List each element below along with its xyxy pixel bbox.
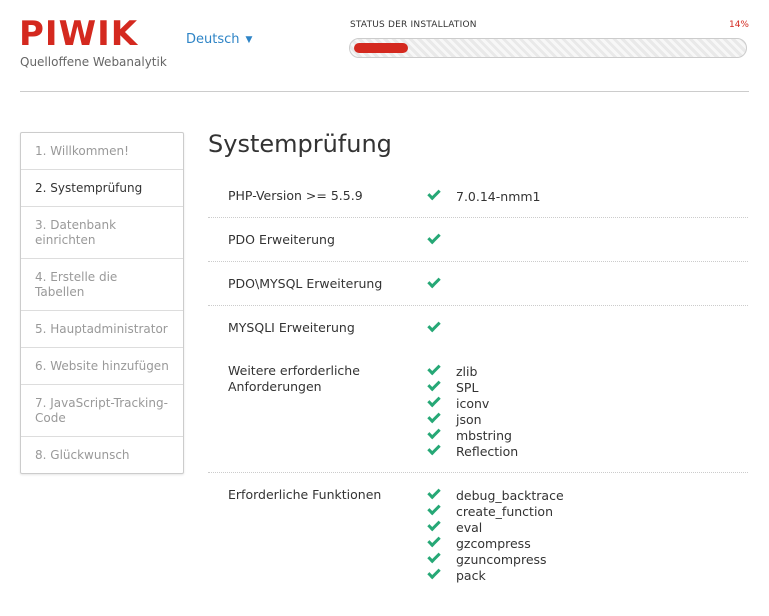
check-label: Weitere erforderliche Anforderungen xyxy=(228,363,360,394)
step-congratulations: 8. Glückwunsch xyxy=(21,436,183,473)
check-item: Reflection xyxy=(427,441,519,459)
check-icon xyxy=(427,485,441,499)
check-icon xyxy=(427,565,441,579)
installation-status-label: STATUS DER INSTALLATION xyxy=(350,20,477,30)
check-item: zlib xyxy=(427,361,518,379)
check-item-text: zlib xyxy=(456,363,478,379)
step-tracking-code: 7. JavaScript-Tracking-Code xyxy=(21,384,183,436)
check-icon xyxy=(427,441,441,455)
check-item xyxy=(427,230,456,248)
check-item: gzuncompress xyxy=(427,549,564,567)
check-item-text: Reflection xyxy=(456,443,519,459)
check-item-text: mbstring xyxy=(456,427,512,443)
check-item: create_function xyxy=(427,501,564,519)
check-label: Erforderliche Funktionen xyxy=(228,487,382,502)
check-label: PDO Erweiterung xyxy=(228,232,335,247)
piwik-logo[interactable]: PIWIK xyxy=(19,14,138,54)
language-selector[interactable]: Deutsch ▼ xyxy=(186,32,252,47)
check-item xyxy=(427,274,456,292)
check-item: iconv xyxy=(427,393,518,411)
step-database-setup: 3. Datenbank einrichten xyxy=(21,206,183,258)
check-item: gzcompress xyxy=(427,533,564,551)
check-item-text: create_function xyxy=(456,503,553,519)
check-icon xyxy=(427,409,441,423)
check-icon xyxy=(427,361,441,375)
installation-progress-percent: 14% xyxy=(728,20,749,30)
check-item: json xyxy=(427,409,518,427)
check-item-text: iconv xyxy=(456,395,490,411)
check-item-text: gzcompress xyxy=(456,535,531,551)
check-icon xyxy=(427,425,441,439)
check-item: mbstring xyxy=(427,425,518,443)
check-item-text: pack xyxy=(456,567,486,583)
check-label: MYSQLI Erweiterung xyxy=(228,320,355,335)
check-row-php-version: PHP-Version >= 5.5.9 7.0.14-nmm1 xyxy=(208,174,748,217)
language-label: Deutsch xyxy=(186,32,240,47)
check-item: eval xyxy=(427,517,564,535)
check-row-other-requirements: Weitere erforderliche Anforderungen zlib… xyxy=(208,349,748,472)
check-label: PHP-Version >= 5.5.9 xyxy=(228,188,363,203)
page-title: Systemprüfung xyxy=(208,130,392,158)
step-add-website: 6. Website hinzufügen xyxy=(21,347,183,384)
check-item: 7.0.14-nmm1 xyxy=(427,186,541,204)
system-check-table: PHP-Version >= 5.5.9 7.0.14-nmm1 PDO Erw… xyxy=(208,174,748,596)
check-label: PDO\MYSQL Erweiterung xyxy=(228,276,383,291)
check-item: pack xyxy=(427,565,564,583)
check-item-text: debug_backtrace xyxy=(456,487,564,503)
check-item-text: eval xyxy=(456,519,483,535)
check-icon xyxy=(427,377,441,391)
step-create-tables: 4. Erstelle die Tabellen xyxy=(21,258,183,310)
check-item-text: 7.0.14-nmm1 xyxy=(456,188,541,204)
check-icon xyxy=(427,318,441,332)
header-divider xyxy=(20,91,749,92)
check-row-mysqli: MYSQLI Erweiterung xyxy=(208,305,748,349)
check-icon xyxy=(427,393,441,407)
check-row-pdo-mysql: PDO\MYSQL Erweiterung xyxy=(208,261,748,305)
check-item-text: SPL xyxy=(456,379,479,395)
step-welcome: 1. Willkommen! xyxy=(35,144,129,158)
step-system-check: 2. Systemprüfung xyxy=(21,169,183,206)
check-row-pdo: PDO Erweiterung xyxy=(208,217,748,261)
check-item: SPL xyxy=(427,377,518,395)
step-super-user: 5. Hauptadministrator xyxy=(21,310,183,347)
tagline: Quelloffene Webanalytik xyxy=(20,55,167,69)
check-item xyxy=(427,318,456,336)
check-item-text: gzuncompress xyxy=(456,551,547,567)
check-icon xyxy=(427,186,441,200)
progress-bar-fill xyxy=(354,43,408,53)
check-icon xyxy=(427,549,441,563)
check-icon xyxy=(427,230,441,244)
check-row-required-functions: Erforderliche Funktionen debug_backtrace… xyxy=(208,472,748,596)
check-item-text: json xyxy=(456,411,482,427)
check-icon xyxy=(427,274,441,288)
installation-steps: 1. Willkommen! 2. Systemprüfung 3. Daten… xyxy=(20,132,184,474)
check-item: debug_backtrace xyxy=(427,485,564,503)
check-icon xyxy=(427,501,441,515)
installation-progress-bar xyxy=(349,38,747,58)
check-icon xyxy=(427,517,441,531)
caret-down-icon: ▼ xyxy=(245,35,253,45)
check-icon xyxy=(427,533,441,547)
